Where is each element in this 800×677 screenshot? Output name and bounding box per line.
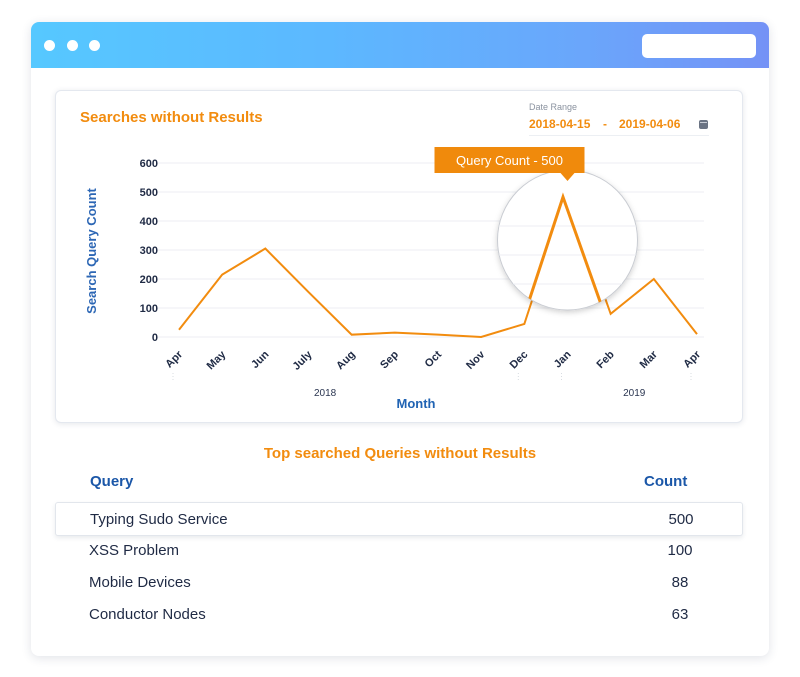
count-cell: 500 bbox=[668, 511, 694, 528]
address-bar[interactable] bbox=[642, 34, 756, 58]
count-cell: 63 bbox=[671, 606, 689, 623]
y-tick-label: 0 bbox=[152, 332, 158, 344]
x-tick-label: Feb bbox=[594, 348, 617, 371]
y-tick-label: 200 bbox=[140, 274, 158, 286]
column-header-count[interactable]: Count bbox=[644, 473, 687, 490]
table-row[interactable]: XSS Problem 100 bbox=[55, 534, 743, 568]
window-maximize-dot-icon[interactable] bbox=[89, 40, 100, 51]
query-cell: Mobile Devices bbox=[89, 574, 191, 591]
query-cell: Typing Sudo Service bbox=[90, 511, 228, 528]
tooltip-text: Query Count - 500 bbox=[456, 153, 563, 168]
x-tick-label: Jan bbox=[552, 348, 574, 370]
x-tick-label: July bbox=[291, 348, 316, 373]
magnifier-lens bbox=[497, 169, 638, 311]
y-tick-label: 300 bbox=[140, 245, 158, 257]
table-row[interactable]: Typing Sudo Service 500 bbox=[55, 502, 743, 536]
app-window: Searches without Results Date Range 2018… bbox=[31, 22, 769, 656]
table-row[interactable]: Mobile Devices 88 bbox=[55, 566, 743, 600]
x-tick-label: Apr bbox=[163, 348, 185, 370]
query-cell: XSS Problem bbox=[89, 542, 180, 559]
count-cell: 100 bbox=[667, 542, 693, 559]
chart-card: Searches without Results Date Range 2018… bbox=[55, 90, 743, 423]
x-tick-label: Aug bbox=[334, 349, 358, 373]
x-tick-label: Nov bbox=[464, 348, 488, 372]
x-tick-label: Jun bbox=[249, 348, 272, 371]
line-chart: 0 100 200 300 400 500 600 Apr May Jun July Aug Sep O… bbox=[84, 147, 704, 411]
y-axis-label: Search Query Count bbox=[84, 187, 99, 313]
window-minimize-dot-icon[interactable] bbox=[67, 40, 78, 51]
window-titlebar bbox=[31, 22, 769, 68]
x-tick-label: Mar bbox=[638, 348, 661, 371]
x-axis-label: Month bbox=[397, 396, 436, 411]
x-tick-label: May bbox=[205, 348, 229, 372]
table-title: Top searched Queries without Results bbox=[263, 445, 537, 462]
window-close-dot-icon[interactable] bbox=[44, 40, 55, 51]
x-tick-label: Sep bbox=[378, 348, 401, 371]
year-label: 2018 bbox=[314, 388, 337, 399]
count-cell: 88 bbox=[671, 574, 689, 591]
table-row[interactable]: Conductor Nodes 63 bbox=[55, 598, 743, 632]
query-cell: Conductor Nodes bbox=[89, 606, 206, 623]
y-tick-label: 100 bbox=[140, 303, 158, 315]
x-tick-label: Oct bbox=[423, 348, 445, 370]
y-tick-label: 500 bbox=[140, 187, 158, 199]
y-tick-label: 400 bbox=[140, 216, 158, 228]
column-header-query[interactable]: Query bbox=[90, 473, 133, 490]
y-tick-label: 600 bbox=[140, 158, 158, 170]
x-axis-ticks: Apr May Jun July Aug Sep Oct Nov Dec Jan Feb Mar Apr bbox=[163, 348, 704, 381]
year-label: 2019 bbox=[623, 388, 646, 399]
x-tick-label: Dec bbox=[508, 349, 531, 372]
year-labels: 2018 2019 bbox=[314, 388, 646, 399]
x-tick-label: Apr bbox=[681, 348, 703, 370]
y-axis-ticks: 0 100 200 300 400 500 600 bbox=[140, 158, 158, 344]
